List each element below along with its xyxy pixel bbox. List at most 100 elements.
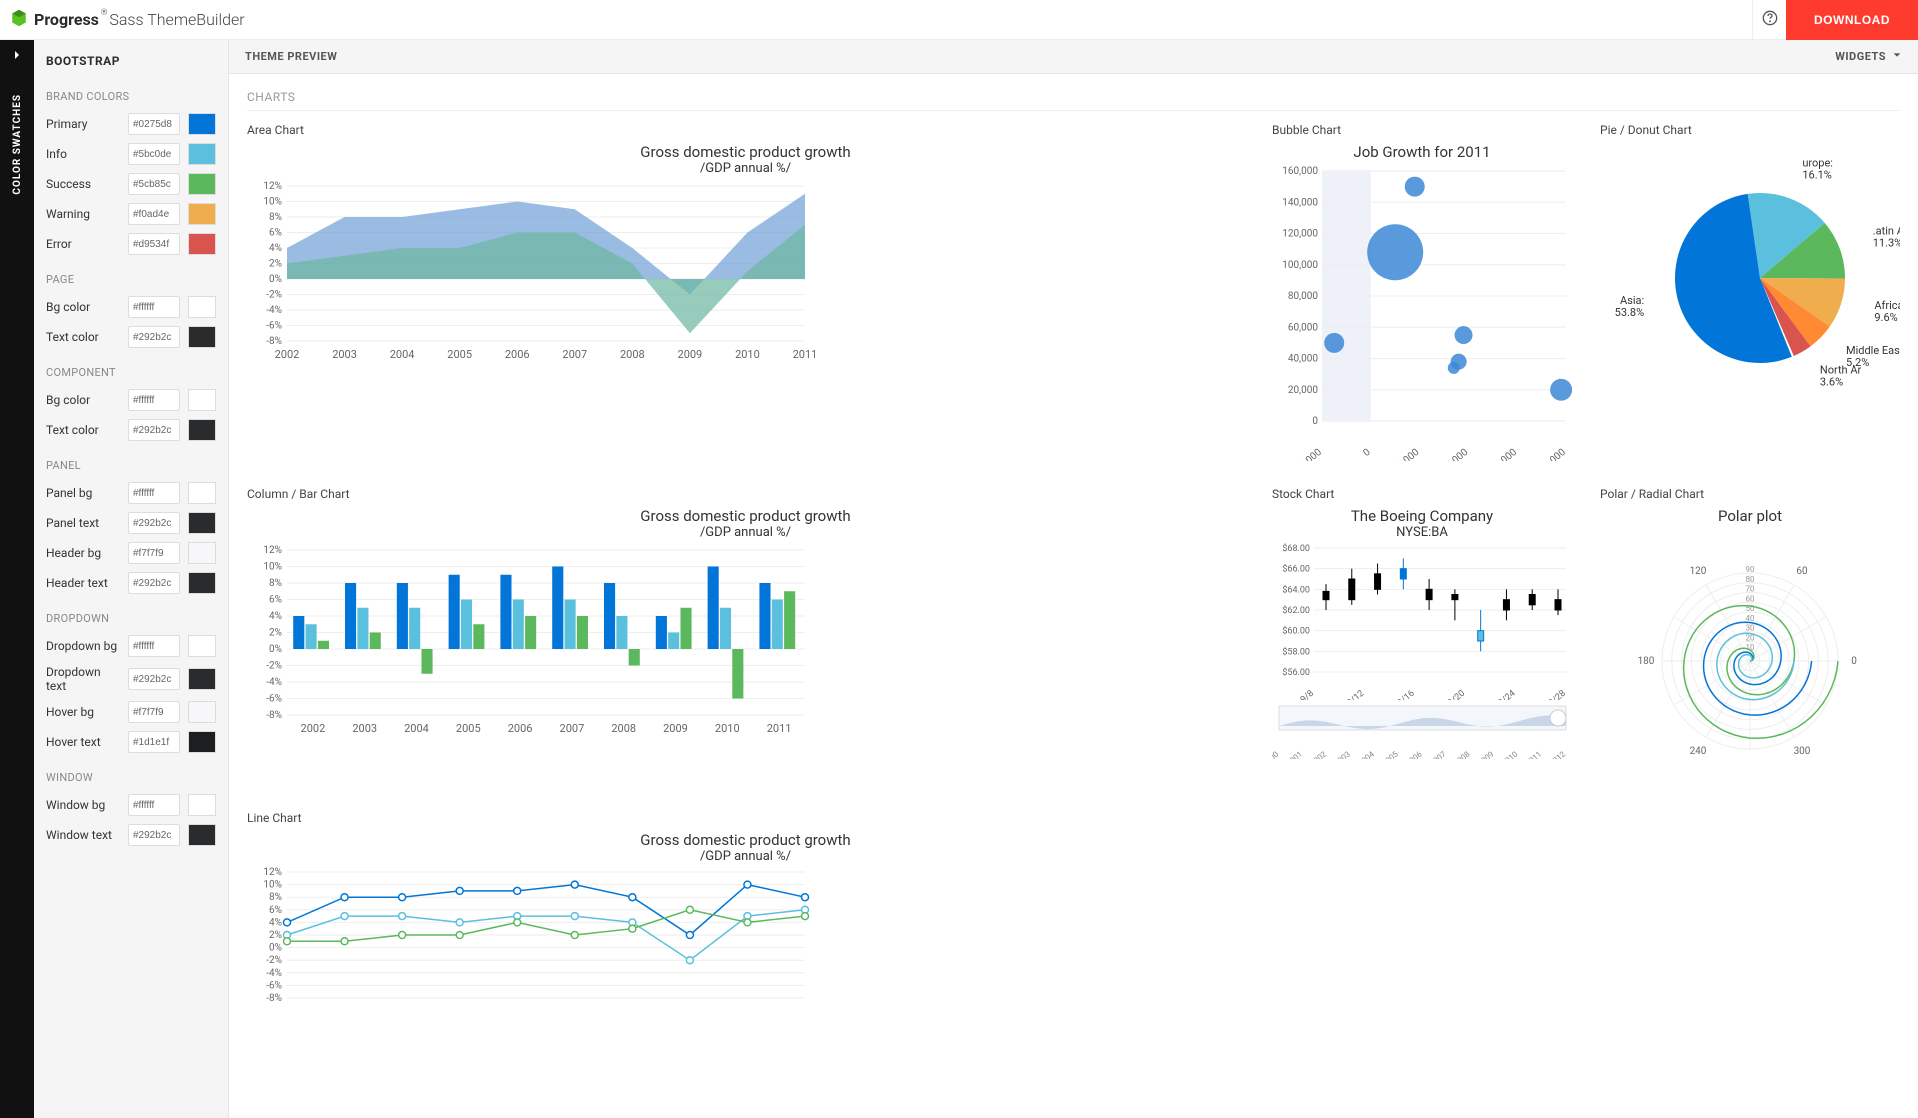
- svg-text:-6%: -6%: [266, 321, 282, 332]
- svg-text:100,000: 100,000: [1282, 260, 1318, 271]
- color-swatch[interactable]: [188, 731, 216, 753]
- color-row: Text color: [34, 415, 228, 445]
- color-swatch[interactable]: [188, 668, 216, 690]
- svg-text:60: 60: [1796, 566, 1808, 577]
- color-swatch[interactable]: [188, 419, 216, 441]
- sidebar-section-head: DROPDOWN: [34, 598, 228, 631]
- chart-subtitle: /GDP annual %/: [247, 525, 1244, 540]
- color-swatch[interactable]: [188, 326, 216, 348]
- color-hex-input[interactable]: [128, 482, 180, 504]
- expand-rail-button[interactable]: [0, 40, 34, 74]
- color-hex-input[interactable]: [128, 512, 180, 534]
- svg-text:$60.00: $60.00: [1282, 626, 1310, 637]
- color-hex-input[interactable]: [128, 296, 180, 318]
- svg-text:6,000: 6,000: [1493, 447, 1519, 461]
- color-hex-input[interactable]: [128, 203, 180, 225]
- svg-text:2%: 2%: [269, 259, 282, 270]
- svg-text:90: 90: [1746, 565, 1755, 574]
- svg-text:-2%: -2%: [266, 661, 282, 672]
- progress-logo-icon: [10, 9, 28, 31]
- color-swatch[interactable]: [188, 113, 216, 135]
- svg-text:-8%: -8%: [266, 336, 282, 347]
- color-label: Dropdown bg: [46, 639, 120, 653]
- color-swatch[interactable]: [188, 389, 216, 411]
- color-row: Window text: [34, 820, 228, 850]
- svg-text:2002: 2002: [301, 722, 326, 735]
- download-button[interactable]: DOWNLOAD: [1786, 0, 1918, 40]
- color-swatch[interactable]: [188, 794, 216, 816]
- svg-text:2003: 2003: [352, 722, 377, 735]
- color-hex-input[interactable]: [128, 731, 180, 753]
- preview-pane: THEME PREVIEW WIDGETS CHARTS Area ChartG…: [229, 40, 1918, 1118]
- color-hex-input[interactable]: [128, 326, 180, 348]
- svg-text:2004: 2004: [390, 348, 415, 361]
- color-swatch[interactable]: [188, 482, 216, 504]
- color-hex-input[interactable]: [128, 668, 180, 690]
- theme-name-row: BOOTSTRAP: [34, 40, 228, 76]
- svg-text:$68.00: $68.00: [1282, 543, 1310, 554]
- color-swatch[interactable]: [188, 296, 216, 318]
- color-swatch[interactable]: [188, 701, 216, 723]
- svg-text:2009: 2009: [678, 348, 703, 361]
- svg-text:10%: 10%: [263, 562, 282, 573]
- color-swatch[interactable]: [188, 143, 216, 165]
- color-swatch[interactable]: [188, 203, 216, 225]
- color-hex-input[interactable]: [128, 233, 180, 255]
- color-hex-input[interactable]: [128, 542, 180, 564]
- section-charts-title: CHARTS: [247, 90, 1900, 111]
- color-hex-input[interactable]: [128, 824, 180, 846]
- svg-text:2005: 2005: [447, 348, 472, 361]
- chart-title: Job Growth for 2011: [1272, 143, 1572, 161]
- color-swatch[interactable]: [188, 512, 216, 534]
- color-row: Success: [34, 169, 228, 199]
- sidebar-section-head: COMPONENT: [34, 352, 228, 385]
- color-swatch[interactable]: [188, 233, 216, 255]
- color-row: Warning: [34, 199, 228, 229]
- svg-text:-2,000: -2,000: [1296, 447, 1324, 461]
- chart-card: Line ChartGross domestic product growth/…: [247, 811, 1244, 1008]
- chart-card-label: Stock Chart: [1272, 487, 1572, 501]
- color-swatch[interactable]: [188, 635, 216, 657]
- color-hex-input[interactable]: [128, 389, 180, 411]
- svg-text:120,000: 120,000: [1282, 229, 1318, 240]
- widgets-dropdown[interactable]: WIDGETS: [1835, 50, 1902, 63]
- color-hex-input[interactable]: [128, 635, 180, 657]
- color-label: Bg color: [46, 300, 120, 314]
- color-row: Bg color: [34, 385, 228, 415]
- color-row: Panel bg: [34, 478, 228, 508]
- color-label: Hover bg: [46, 705, 120, 719]
- color-row: Primary: [34, 109, 228, 139]
- color-hex-input[interactable]: [128, 419, 180, 441]
- help-button[interactable]: [1752, 0, 1786, 40]
- preview-title: THEME PREVIEW: [245, 50, 337, 63]
- color-row: Error: [34, 229, 228, 259]
- color-swatch[interactable]: [188, 824, 216, 846]
- svg-text:2002: 2002: [1309, 749, 1329, 759]
- color-row: Header text: [34, 568, 228, 598]
- svg-text:2008: 2008: [620, 348, 645, 361]
- svg-text:0: 0: [1312, 416, 1318, 427]
- svg-text:2006: 2006: [1404, 749, 1424, 759]
- svg-text:8,000: 8,000: [1542, 447, 1568, 461]
- chart-card: Stock ChartThe Boeing CompanyNYSE:BA$56.…: [1272, 487, 1572, 789]
- color-hex-input[interactable]: [128, 572, 180, 594]
- svg-text:16.1%: 16.1%: [1802, 168, 1832, 181]
- color-hex-input[interactable]: [128, 113, 180, 135]
- color-hex-input[interactable]: [128, 143, 180, 165]
- color-swatch[interactable]: [188, 572, 216, 594]
- color-hex-input[interactable]: [128, 173, 180, 195]
- color-hex-input[interactable]: [128, 701, 180, 723]
- color-hex-input[interactable]: [128, 794, 180, 816]
- svg-text:0%: 0%: [269, 274, 282, 285]
- color-label: Window text: [46, 828, 120, 842]
- svg-text:140,000: 140,000: [1282, 197, 1318, 208]
- color-swatch[interactable]: [188, 542, 216, 564]
- color-swatch[interactable]: [188, 173, 216, 195]
- svg-text:-2%: -2%: [266, 955, 282, 966]
- svg-text:2003: 2003: [332, 348, 357, 361]
- svg-text:2006: 2006: [508, 722, 533, 735]
- svg-text:12%: 12%: [263, 545, 282, 556]
- color-sidebar: BOOTSTRAP BRAND COLORSPrimaryInfoSuccess…: [34, 40, 229, 1118]
- svg-text:300: 300: [1794, 746, 1811, 757]
- sidebar-section-head: PANEL: [34, 445, 228, 478]
